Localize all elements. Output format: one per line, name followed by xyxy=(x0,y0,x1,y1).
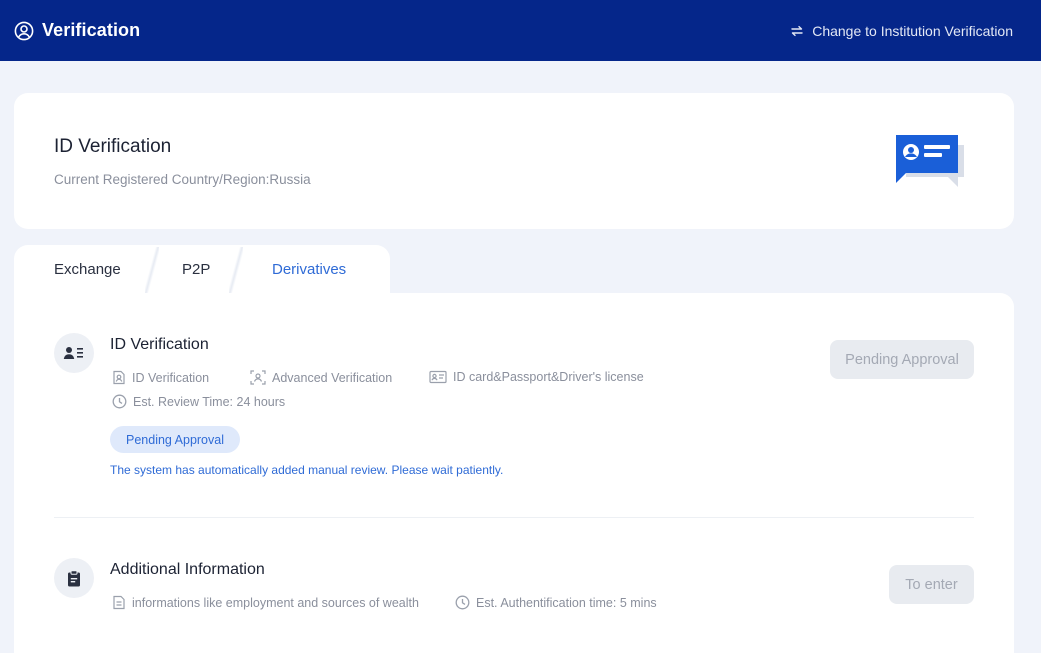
tab-derivatives-label: Derivatives xyxy=(272,260,347,278)
clock-icon xyxy=(112,394,127,409)
feature-id-verification: ID Verification xyxy=(112,370,209,385)
top-bar: Verification Change to Institution Verif… xyxy=(0,0,1041,61)
id-verification-summary-card: ID Verification Current Registered Count… xyxy=(14,93,1014,229)
feature-accepted-documents-label: ID card&Passport&Driver's license xyxy=(453,370,644,384)
authentication-time-label: Est. Authentification time: 5 mins xyxy=(476,595,657,610)
to-enter-button[interactable]: To enter xyxy=(889,565,974,604)
additional-info-section-title: Additional Information xyxy=(110,561,265,578)
id-card-title: ID Verification xyxy=(54,136,172,157)
user-list-icon xyxy=(54,333,94,373)
id-card-illustration xyxy=(896,135,964,187)
id-document-icon xyxy=(112,370,126,385)
file-text-icon xyxy=(112,595,126,610)
status-badge: Pending Approval xyxy=(110,426,240,453)
authentication-time: Est. Authentification time: 5 mins xyxy=(455,595,657,610)
tab-p2p[interactable]: P2P xyxy=(152,245,238,293)
id-verification-section-title: ID Verification xyxy=(110,336,209,353)
page-title: Verification xyxy=(42,20,141,40)
license-card-icon xyxy=(429,370,447,384)
additional-info-description: informations like employment and sources… xyxy=(112,595,419,610)
feature-advanced-verification: Advanced Verification xyxy=(250,370,392,385)
change-to-institution-label: Change to Institution Verification xyxy=(812,22,1013,39)
tab-exchange[interactable]: Exchange xyxy=(14,245,154,293)
product-tabs: Exchange P2P Derivatives xyxy=(14,245,390,295)
tab-derivatives[interactable]: Derivatives xyxy=(236,245,390,293)
tab-separator xyxy=(145,247,159,293)
review-time: Est. Review Time: 24 hours xyxy=(112,394,285,409)
tab-exchange-label: Exchange xyxy=(54,260,121,278)
feature-id-verification-label: ID Verification xyxy=(132,370,210,385)
feature-advanced-verification-label: Advanced Verification xyxy=(272,370,393,385)
user-circle-icon xyxy=(14,21,34,41)
tab-p2p-label: P2P xyxy=(182,260,211,278)
face-scan-icon xyxy=(250,370,266,385)
verification-levels-card: ID Verification ID Verification Advanced… xyxy=(14,293,1014,653)
header-title-group: Verification xyxy=(14,20,140,41)
registered-country: Current Registered Country/Region:Russia xyxy=(54,172,311,187)
tab-separator xyxy=(229,247,243,293)
additional-info-description-label: informations like employment and sources… xyxy=(132,595,419,610)
swap-icon xyxy=(790,24,804,38)
clipboard-icon xyxy=(54,558,94,598)
manual-review-note: The system has automatically added manua… xyxy=(110,463,504,477)
feature-accepted-documents: ID card&Passport&Driver's license xyxy=(429,370,644,384)
clock-icon xyxy=(455,595,470,610)
section-divider xyxy=(54,517,974,518)
pending-approval-button[interactable]: Pending Approval xyxy=(830,340,974,379)
change-to-institution-link[interactable]: Change to Institution Verification xyxy=(790,23,1013,39)
review-time-label: Est. Review Time: 24 hours xyxy=(133,394,286,409)
